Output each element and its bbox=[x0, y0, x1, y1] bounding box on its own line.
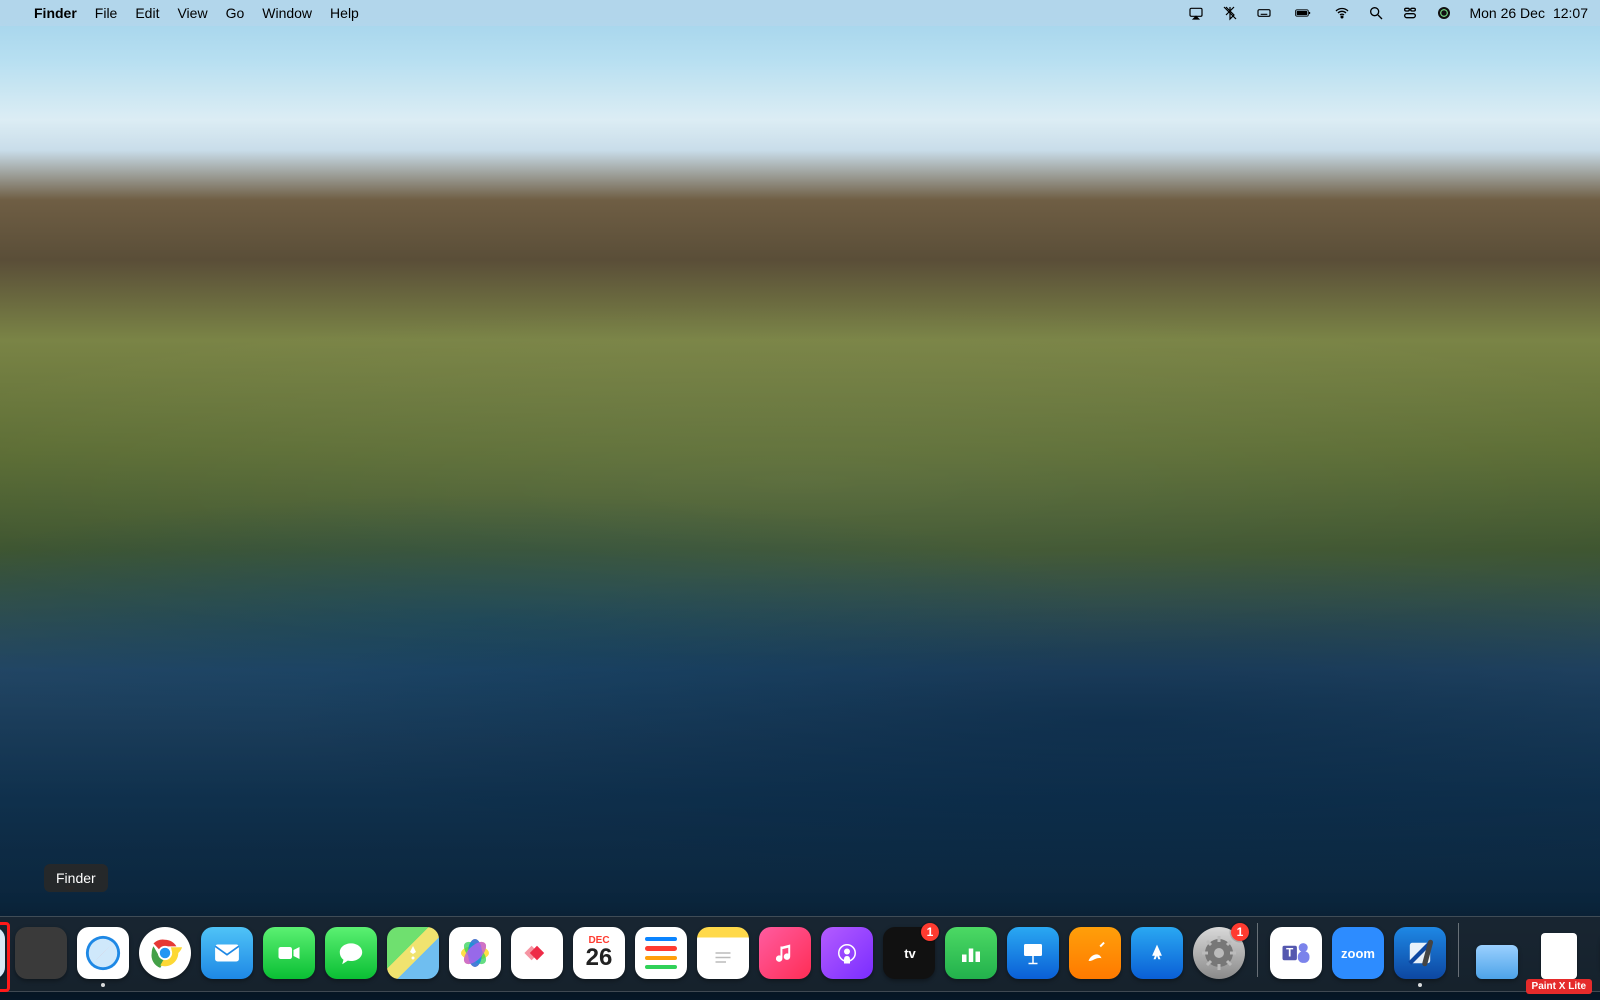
calendar-icon: DEC26 bbox=[573, 927, 625, 979]
reminders-icon bbox=[635, 927, 687, 979]
dock-item-pages[interactable] bbox=[1067, 927, 1123, 987]
teams-icon: T bbox=[1270, 927, 1322, 979]
menu-window[interactable]: Window bbox=[262, 5, 312, 21]
desktop-wallpaper[interactable] bbox=[0, 0, 1600, 1000]
control-center-icon[interactable] bbox=[1401, 4, 1419, 22]
podcasts-icon bbox=[821, 927, 873, 979]
spotlight-icon[interactable] bbox=[1367, 4, 1385, 22]
watermark: Paint X Lite bbox=[1526, 979, 1592, 994]
bluetooth-off-icon[interactable] bbox=[1221, 4, 1239, 22]
safari-icon bbox=[77, 927, 129, 979]
dock-item-trash[interactable] bbox=[1593, 930, 1600, 987]
battery-icon[interactable] bbox=[1289, 4, 1317, 22]
siri-icon[interactable] bbox=[1435, 4, 1453, 22]
wifi-icon[interactable] bbox=[1333, 4, 1351, 22]
appstore-icon bbox=[1131, 927, 1183, 979]
dock-item-launchpad[interactable] bbox=[13, 927, 69, 987]
menu-edit[interactable]: Edit bbox=[135, 5, 159, 21]
maps-icon bbox=[387, 927, 439, 979]
app-menu[interactable]: Finder bbox=[34, 5, 77, 21]
pages-icon bbox=[1069, 927, 1121, 979]
dock-item-numbers[interactable] bbox=[943, 927, 999, 987]
notes-icon bbox=[697, 927, 749, 979]
dock: DEC26tv11Tzoom bbox=[0, 916, 1600, 992]
dock-item-tv[interactable]: tv1 bbox=[881, 927, 937, 987]
tv-icon: tv1 bbox=[883, 927, 935, 979]
dock-item-zoom[interactable]: zoom bbox=[1330, 927, 1386, 987]
zoom-icon: zoom bbox=[1332, 927, 1384, 979]
svg-text:T: T bbox=[1286, 947, 1294, 960]
keyboard-input-icon[interactable] bbox=[1255, 4, 1273, 22]
clock-time: 12:07 bbox=[1553, 5, 1588, 21]
finder-icon bbox=[0, 927, 5, 979]
dock-item-xcode[interactable] bbox=[1392, 927, 1448, 987]
downloads-folder-icon bbox=[1476, 945, 1518, 979]
messages-icon bbox=[325, 927, 377, 979]
menu-bar: Finder File Edit View Go Window Help Mon… bbox=[0, 0, 1600, 26]
clock-date: Mon 26 Dec bbox=[1469, 5, 1544, 21]
dock-separator bbox=[1458, 923, 1459, 977]
dock-item-settings[interactable]: 1 bbox=[1191, 927, 1247, 987]
menu-help[interactable]: Help bbox=[330, 5, 359, 21]
dock-item-photos[interactable] bbox=[447, 927, 503, 987]
dock-tooltip: Finder bbox=[44, 864, 108, 892]
dock-item-safari[interactable] bbox=[75, 927, 131, 987]
running-indicator bbox=[1418, 983, 1422, 987]
screen-mirroring-icon[interactable] bbox=[1187, 4, 1205, 22]
xcode-icon bbox=[1394, 927, 1446, 979]
dock-item-chrome[interactable] bbox=[137, 927, 193, 987]
dock-item-music[interactable] bbox=[757, 927, 813, 987]
dock-item-teams[interactable]: T bbox=[1268, 927, 1324, 987]
music-icon bbox=[759, 927, 811, 979]
calendar-day-label: 26 bbox=[586, 946, 613, 970]
running-indicator bbox=[101, 983, 105, 987]
dock-item-downloads-folder[interactable] bbox=[1469, 935, 1525, 987]
photos-icon bbox=[449, 927, 501, 979]
anydesk-icon bbox=[511, 927, 563, 979]
pages-document-icon bbox=[1541, 933, 1577, 979]
menu-file[interactable]: File bbox=[95, 5, 118, 21]
dock-item-mail[interactable] bbox=[199, 927, 255, 987]
dock-item-appstore[interactable] bbox=[1129, 927, 1185, 987]
dock-item-reminders[interactable] bbox=[633, 927, 689, 987]
dock-separator bbox=[1257, 923, 1258, 977]
menu-bar-clock[interactable]: Mon 26 Dec 12:07 bbox=[1469, 5, 1588, 21]
launchpad-icon bbox=[15, 927, 67, 979]
badge: 1 bbox=[921, 923, 939, 941]
dock-item-notes[interactable] bbox=[695, 927, 751, 987]
dock-item-facetime[interactable] bbox=[261, 927, 317, 987]
menu-view[interactable]: View bbox=[177, 5, 207, 21]
chrome-icon bbox=[139, 927, 191, 979]
dock-item-anydesk[interactable] bbox=[509, 927, 565, 987]
facetime-icon bbox=[263, 927, 315, 979]
badge: 1 bbox=[1231, 923, 1249, 941]
numbers-icon bbox=[945, 927, 997, 979]
dock-item-podcasts[interactable] bbox=[819, 927, 875, 987]
dock-item-messages[interactable] bbox=[323, 927, 379, 987]
mail-icon bbox=[201, 927, 253, 979]
settings-icon: 1 bbox=[1193, 927, 1245, 979]
menu-go[interactable]: Go bbox=[226, 5, 245, 21]
dock-item-maps[interactable] bbox=[385, 927, 441, 987]
dock-item-keynote[interactable] bbox=[1005, 927, 1061, 987]
dock-item-calendar[interactable]: DEC26 bbox=[571, 927, 627, 987]
dock-item-finder[interactable] bbox=[0, 927, 7, 987]
keynote-icon bbox=[1007, 927, 1059, 979]
